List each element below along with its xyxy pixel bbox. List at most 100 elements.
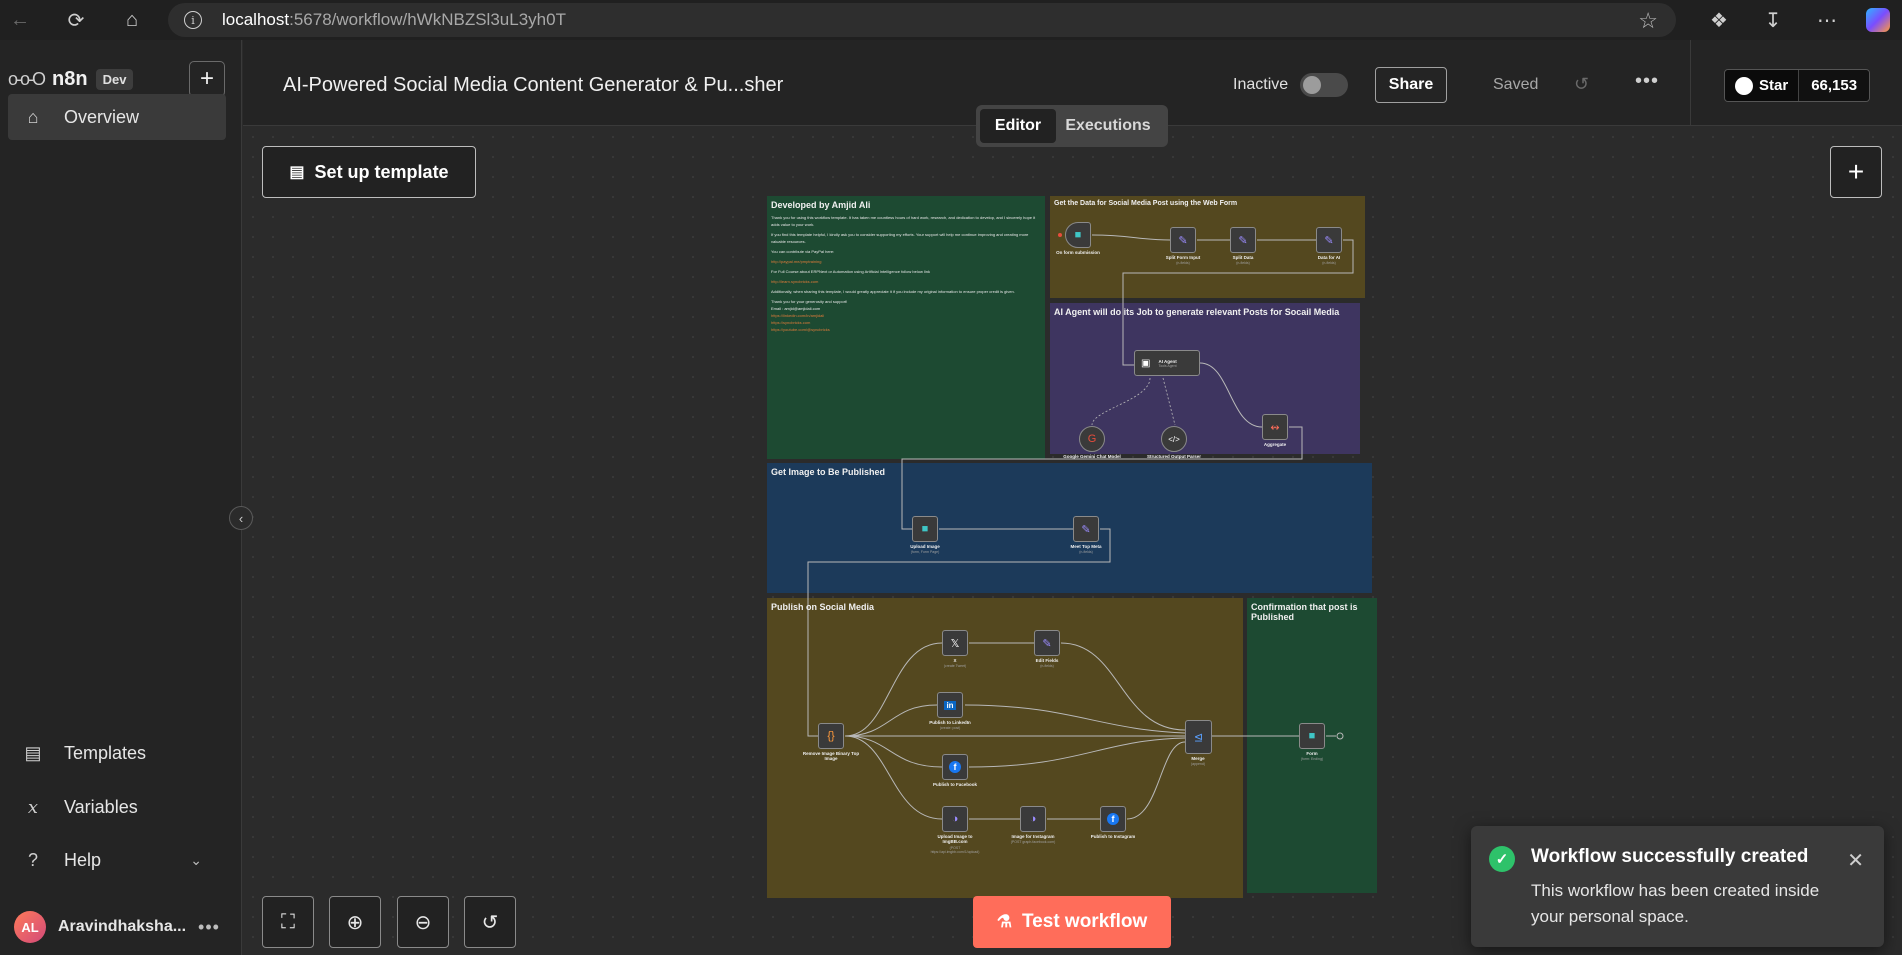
- edit-fields-node[interactable]: ✎: [1034, 630, 1060, 656]
- setup-template-label: Set up template: [314, 161, 449, 182]
- collapse-sidebar-button[interactable]: ‹: [229, 506, 253, 530]
- form-icon: ■: [1074, 229, 1082, 241]
- publish-facebook-node[interactable]: f: [942, 754, 968, 780]
- output-parser-node[interactable]: </>: [1161, 426, 1187, 452]
- success-toast: ✓ Workflow successfully created This wor…: [1471, 826, 1884, 947]
- sidebar-item-help[interactable]: ? Help ⌄: [8, 837, 226, 883]
- sticky-link[interactable]: https://linkedin.com/in/amjidali: [767, 312, 1045, 319]
- user-menu[interactable]: AL Aravindhaksha... •••: [14, 911, 220, 943]
- pencil-icon: ✎: [1081, 523, 1091, 536]
- sticky-text: Additionally, when sharing this template…: [771, 289, 1015, 294]
- share-button[interactable]: Share: [1375, 67, 1447, 103]
- favorite-star-icon[interactable]: ☆: [1638, 8, 1658, 34]
- download-icon[interactable]: ↧: [1746, 0, 1800, 40]
- ai-agent-node[interactable]: ▣ AI Agent Tools Agent: [1134, 350, 1200, 376]
- sidebar-item-overview[interactable]: ⌂ Overview: [8, 94, 226, 140]
- url-host: localhost: [222, 10, 290, 29]
- split-form-input-node[interactable]: ✎: [1170, 227, 1196, 253]
- data-for-ai-node[interactable]: ✎: [1316, 227, 1342, 253]
- node-label: On form submission: [1056, 250, 1100, 255]
- sidebar-item-templates[interactable]: ▤ Templates: [8, 730, 226, 776]
- reset-zoom-button[interactable]: ↺: [464, 896, 516, 948]
- sticky-developed[interactable]: Developed by Amjid Ali Thank you for usi…: [767, 196, 1045, 333]
- sticky-title: Publish on Social Media: [771, 602, 875, 612]
- n8n-logo[interactable]: o-o-O n8n Dev: [8, 68, 134, 91]
- sticky-publish[interactable]: Publish on Social Media: [767, 598, 1243, 616]
- address-bar[interactable]: i localhost:5678/workflow/hWkNBZSl3uL3yh…: [168, 3, 1676, 37]
- sticky-text: Thank you for using this workflow templa…: [771, 215, 1036, 227]
- meet-top-meta-node[interactable]: ✎: [1073, 516, 1099, 542]
- create-button[interactable]: +: [189, 61, 225, 97]
- publish-linkedin-node[interactable]: in: [937, 692, 963, 718]
- sticky-link[interactable]: https://youtube.com/@syncbricks: [767, 326, 1045, 333]
- sticky-image-bg: [767, 463, 1372, 593]
- split-data-node[interactable]: ✎: [1230, 227, 1256, 253]
- home-icon[interactable]: ⌂: [112, 0, 152, 40]
- sticky-image[interactable]: Get Image to Be Published: [767, 463, 1372, 481]
- tab-executions[interactable]: Executions: [1056, 109, 1160, 143]
- activation-toggle[interactable]: [1300, 73, 1348, 97]
- merge-node[interactable]: ⊴: [1185, 720, 1212, 754]
- url-path: :5678/workflow/hWkNBZSl3uL3yh0T: [289, 10, 566, 29]
- sticky-link[interactable]: http://learn.syncbricks.com: [767, 278, 1045, 285]
- test-workflow-button[interactable]: ⚗ Test workflow: [973, 896, 1171, 948]
- sticky-confirm[interactable]: Confirmation that post is Published: [1247, 598, 1377, 626]
- x-logo-icon: 𝕏: [950, 637, 960, 650]
- add-node-button[interactable]: +: [1830, 146, 1882, 198]
- node-sub: (POST graph.facebook.com): [1010, 840, 1056, 844]
- form-node[interactable]: ■: [1299, 723, 1325, 749]
- node-sub: (n-fields): [1176, 261, 1190, 265]
- node-label: Remove Image Binary Top Image: [802, 751, 860, 761]
- user-more-icon[interactable]: •••: [198, 917, 220, 938]
- back-icon[interactable]: ←: [0, 0, 40, 40]
- github-star-button[interactable]: Star 66,153: [1724, 69, 1871, 102]
- workflow-title[interactable]: AI-Powered Social Media Content Generato…: [283, 74, 783, 97]
- variable-icon: x: [27, 796, 39, 818]
- reset-icon: ↺: [481, 911, 499, 934]
- gemini-chat-model-node[interactable]: G: [1079, 426, 1105, 452]
- node-label: Merge: [1191, 756, 1205, 761]
- setup-template-button[interactable]: ▤ Set up template: [262, 146, 476, 198]
- toast-title: Workflow successfully created: [1531, 846, 1809, 867]
- trigger-indicator: [1058, 233, 1062, 237]
- pencil-icon: ✎: [1238, 234, 1248, 247]
- node-label: Upload Image to ImgBB.com: [937, 834, 973, 844]
- upload-image-node[interactable]: ■: [912, 516, 938, 542]
- refresh-icon[interactable]: ⟳: [56, 0, 96, 40]
- workflow-menu-icon[interactable]: •••: [1635, 70, 1659, 93]
- more-icon[interactable]: ⋯: [1800, 0, 1854, 40]
- sticky-link[interactable]: https://syncbricks.com: [767, 319, 1045, 326]
- sticky-agent[interactable]: AI Agent will do its Job to generate rel…: [1050, 303, 1360, 321]
- extensions-icon[interactable]: ❖: [1692, 0, 1746, 40]
- merge-icon: ⊴: [1193, 731, 1204, 744]
- x-node[interactable]: 𝕏: [942, 630, 968, 656]
- sticky-webform[interactable]: Get the Data for Social Media Post using…: [1050, 196, 1365, 211]
- site-info-icon[interactable]: i: [184, 11, 202, 29]
- pencil-icon: ✎: [1178, 234, 1188, 247]
- sidebar-item-label: Help: [64, 849, 102, 870]
- check-icon: ✓: [1489, 846, 1515, 872]
- sidebar-item-variables[interactable]: x Variables: [8, 784, 226, 830]
- upload-imgbb-node[interactable]: ◑: [942, 806, 968, 832]
- publish-instagram-node[interactable]: f: [1100, 806, 1126, 832]
- node-label: Image for Instagram: [1011, 834, 1055, 839]
- tab-editor[interactable]: Editor: [980, 109, 1056, 143]
- image-instagram-node[interactable]: ◑: [1020, 806, 1046, 832]
- history-icon[interactable]: ↺: [1574, 74, 1589, 95]
- aggregate-node[interactable]: ↭: [1262, 414, 1288, 440]
- node-label: Data for AI: [1317, 255, 1341, 260]
- zoom-to-fit-button[interactable]: ⛶: [262, 896, 314, 948]
- zoom-in-button[interactable]: ⊕: [329, 896, 381, 948]
- copilot-icon[interactable]: [1866, 8, 1890, 32]
- test-workflow-label: Test workflow: [1021, 911, 1148, 932]
- remove-image-binary-node[interactable]: {}: [818, 723, 844, 749]
- node-label: Publish to LinkedIn: [929, 720, 971, 725]
- sticky-link[interactable]: http://paypal.me/pmptraining: [767, 258, 1045, 265]
- node-sub: (POST https://api.imgbb.com/1/upload): [930, 846, 980, 854]
- form-trigger-node[interactable]: ■: [1065, 222, 1091, 248]
- close-icon[interactable]: ✕: [1847, 848, 1864, 873]
- code-icon: </>: [1168, 434, 1180, 444]
- node-label: Publish to Facebook: [932, 782, 977, 787]
- zoom-out-button[interactable]: ⊖: [397, 896, 449, 948]
- node-sub: Tools Agent: [1158, 363, 1177, 368]
